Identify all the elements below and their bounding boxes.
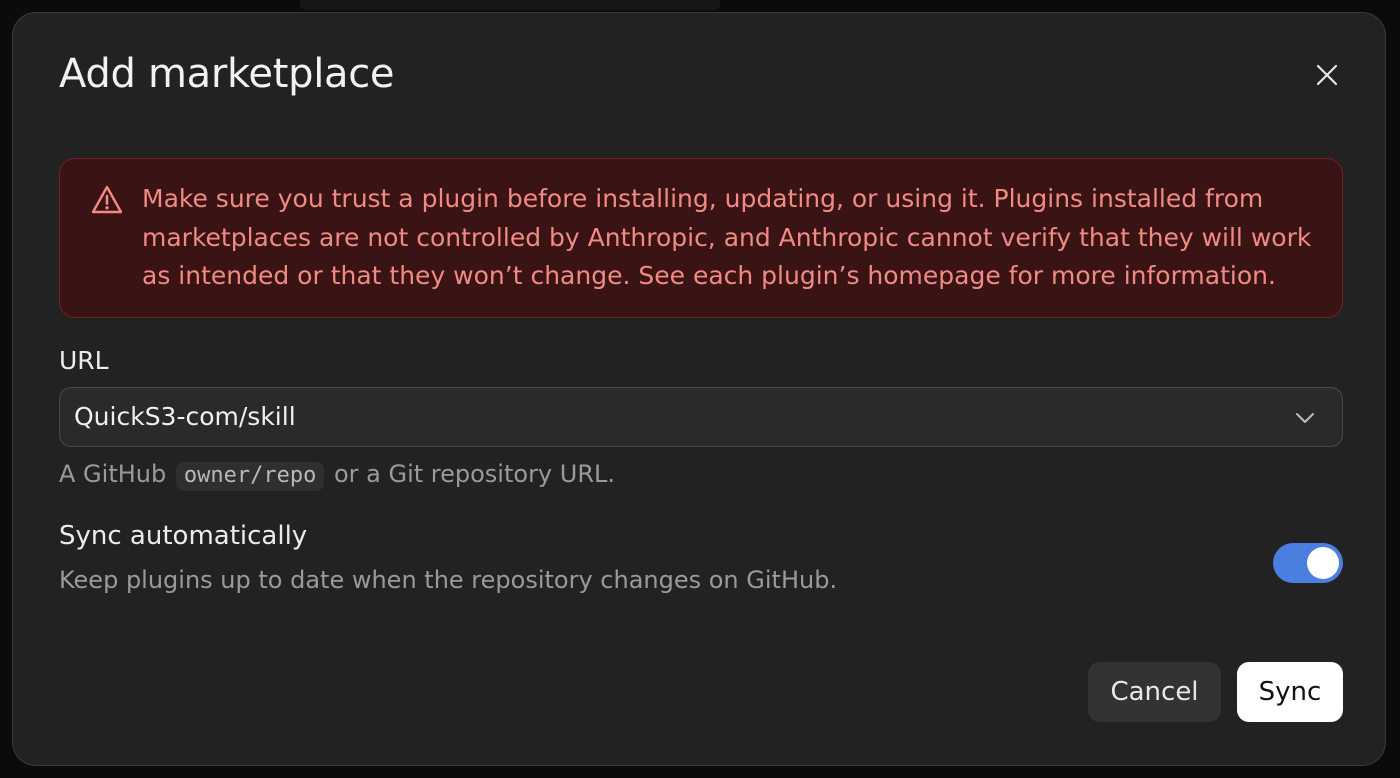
close-icon <box>1316 64 1338 86</box>
dialog-title: Add marketplace <box>59 51 395 97</box>
sync-button[interactable]: Sync <box>1237 662 1343 722</box>
close-button[interactable] <box>1309 57 1345 93</box>
url-input-value[interactable]: QuickS3-com/skill <box>74 402 296 431</box>
helper-suffix: or a Git repository URL. <box>333 460 616 488</box>
add-marketplace-dialog: Add marketplace Make sure you trust a pl… <box>12 12 1386 766</box>
sync-description: Keep plugins up to date when the reposit… <box>59 566 838 594</box>
cancel-button[interactable]: Cancel <box>1088 662 1221 722</box>
toggle-knob <box>1307 547 1339 579</box>
sync-automatically-toggle[interactable] <box>1273 543 1343 583</box>
chevron-down-icon[interactable] <box>1292 405 1318 431</box>
url-combobox[interactable]: QuickS3-com/skill <box>59 387 1343 447</box>
url-helper-text: A GitHub owner/repo or a Git repository … <box>59 460 615 491</box>
warning-triangle-icon <box>91 185 123 214</box>
trust-warning-banner: Make sure you trust a plugin before inst… <box>59 158 1343 318</box>
background-app-hint <box>300 0 720 10</box>
sync-automatically-label: Sync automatically <box>59 521 308 551</box>
helper-code-chip: owner/repo <box>175 462 325 491</box>
helper-prefix: A GitHub <box>59 460 167 488</box>
url-label: URL <box>59 346 109 375</box>
warning-text: Make sure you trust a plugin before inst… <box>142 184 1312 290</box>
